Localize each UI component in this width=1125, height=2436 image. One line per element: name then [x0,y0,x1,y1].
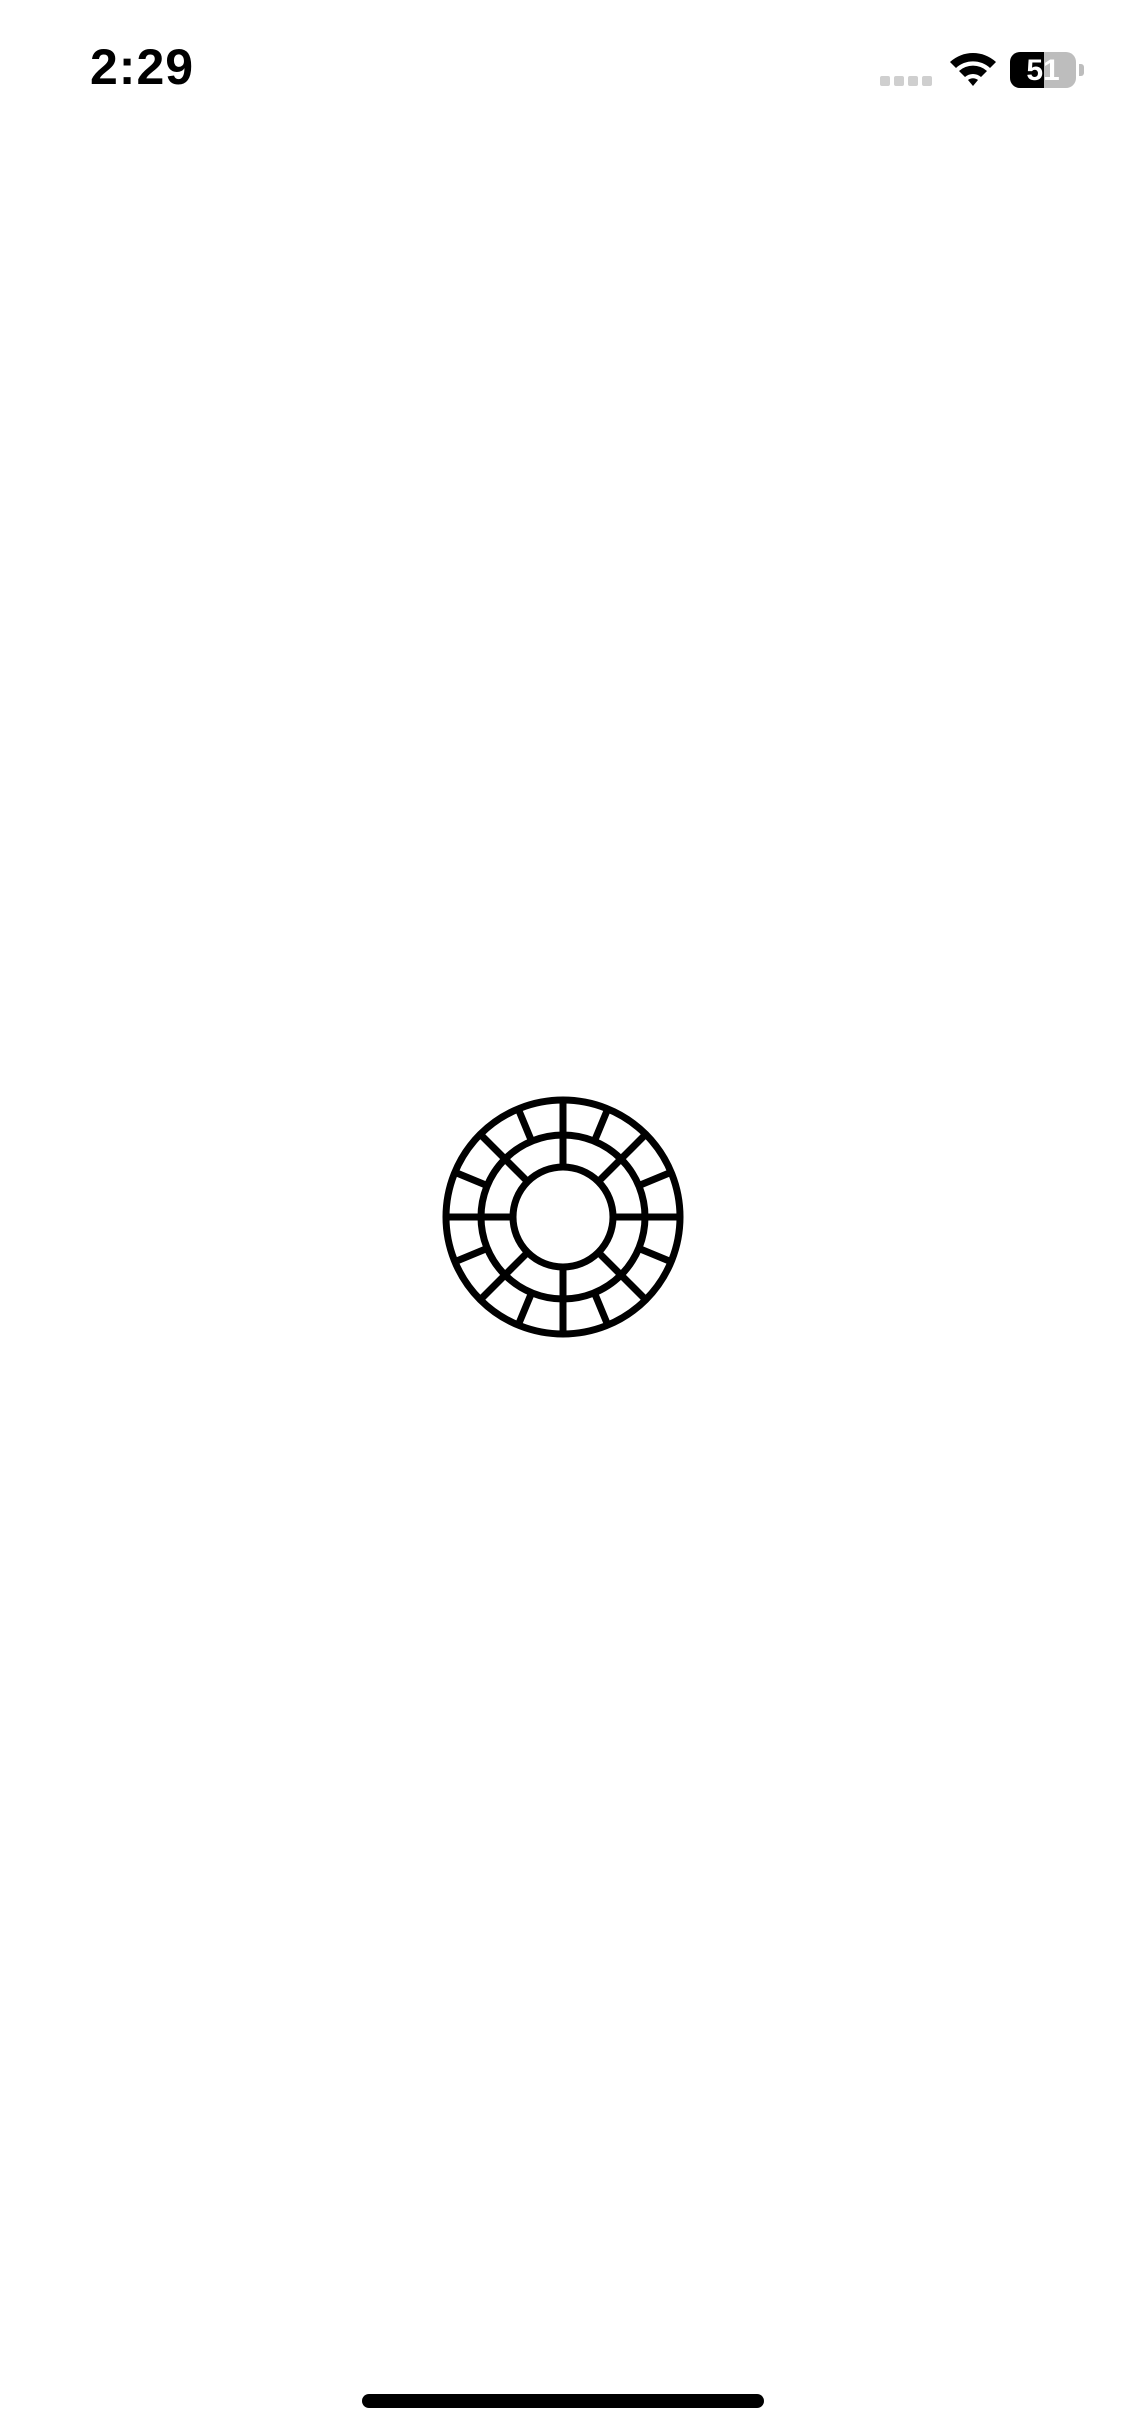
status-bar: 2:29 51 [0,0,1125,140]
battery-icon: 51 [1010,52,1084,88]
battery-body: 51 [1010,52,1076,88]
cellular-signal-icon [880,76,932,86]
home-indicator[interactable] [362,2394,764,2408]
status-time: 2:29 [90,39,195,95]
vsco-logo-icon [442,1096,684,1338]
wifi-icon [950,53,996,86]
battery-level: 51 [1026,54,1060,87]
battery-cap [1079,64,1084,76]
